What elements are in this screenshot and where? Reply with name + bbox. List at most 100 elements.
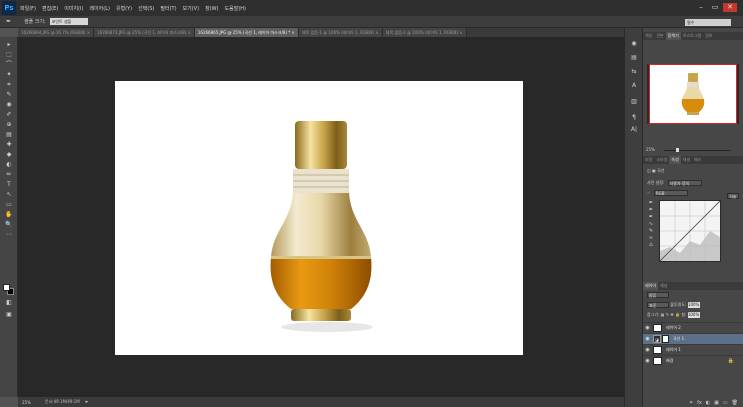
layer-row[interactable]: ◉ 레이어 2 — [643, 322, 743, 333]
hand-tool-icon[interactable]: ✋ — [3, 211, 15, 218]
menu-type[interactable]: 유형(Y) — [116, 5, 132, 12]
actions-icon[interactable]: ▤ — [629, 54, 639, 62]
doc-tab[interactable]: 제목 없음-1 @ 100% (레이어 1, RGB/8) × — [298, 28, 383, 37]
visibility-eye-icon[interactable]: ◉ — [643, 347, 652, 353]
tab-navigator[interactable]: 탐색기 — [665, 32, 681, 40]
document-canvas[interactable] — [115, 81, 523, 355]
menu-help[interactable]: 도움말(H) — [225, 5, 246, 12]
minimize-button[interactable]: – — [695, 3, 707, 12]
menu-window[interactable]: 창(W) — [205, 5, 218, 12]
tab-channels[interactable]: 채널 — [681, 156, 692, 164]
white-point-eyedropper-icon[interactable]: ✒ — [647, 214, 655, 221]
clipping-warning-icon[interactable]: ⚠ — [647, 242, 655, 249]
more-tools-icon[interactable]: ⋯ — [3, 231, 15, 238]
eyedropper-tool-icon[interactable]: ✒ — [6, 18, 16, 26]
eraser-tool-icon[interactable]: ✚ — [3, 141, 15, 148]
visibility-eye-icon[interactable]: ◉ — [643, 325, 652, 331]
tab-adjustments[interactable]: 조정 — [643, 156, 654, 164]
doc-tab-active[interactable]: 16266865.JPG @ 25% (곡선 1, 레이어 마스크/8) * × — [194, 28, 299, 37]
menu-image[interactable]: 이미지(I) — [64, 5, 83, 12]
doc-tab[interactable]: 16266894.JPG @ 16.7% (RGB/8) × — [18, 28, 95, 37]
crop-tool-icon[interactable]: ⌗ — [3, 81, 15, 88]
screen-mode-icon[interactable]: ▣ — [3, 311, 15, 318]
workspace-select[interactable]: 필수 — [685, 19, 731, 26]
new-layer-icon[interactable]: ▭ — [723, 400, 728, 406]
tab-color[interactable]: 색상 — [643, 32, 654, 40]
doc-tab[interactable]: 제목 없음-2 @ 100% (레이어 1, RGB/8) × — [382, 28, 467, 37]
layer-name[interactable]: 레이어 1 — [666, 347, 681, 353]
curve-point-tool-icon[interactable]: ∿ — [647, 221, 655, 228]
menu-view[interactable]: 보기(V) — [183, 5, 200, 12]
blend-mode-select[interactable]: 표준 — [647, 302, 669, 308]
menu-edit[interactable]: 편집(E) — [42, 5, 58, 12]
layer-row[interactable]: ◉ 배경 🔒 — [643, 355, 743, 366]
layer-row-selected[interactable]: ◉ ◪ 곡선 1 — [643, 333, 743, 344]
lasso-tool-icon[interactable]: ⌒ — [3, 61, 15, 68]
visibility-eye-icon[interactable]: ◉ — [643, 358, 652, 364]
quick-select-tool-icon[interactable]: ✦ — [3, 71, 15, 78]
channel-select[interactable]: RGB — [653, 190, 688, 196]
canvas-area[interactable] — [18, 37, 624, 397]
preset-select[interactable]: 사용자 정의 — [667, 180, 702, 186]
smooth-curve-icon[interactable]: ≈ — [647, 235, 655, 242]
pen-tool-icon[interactable]: ✏ — [3, 171, 15, 178]
menu-layer[interactable]: 레이어(L) — [89, 5, 110, 12]
layer-mask-thumbnail[interactable] — [662, 335, 669, 343]
tab-layers[interactable]: 레이어 — [643, 282, 659, 290]
opacity-input[interactable]: 100% — [687, 302, 700, 308]
auto-button[interactable]: 자동 — [727, 193, 739, 199]
target-adjust-icon[interactable]: ☞ — [647, 190, 652, 195]
maximize-button[interactable]: ▭ — [709, 3, 721, 12]
layer-row[interactable]: ◉ 레이어 1 — [643, 344, 743, 355]
layer-style-icon[interactable]: fx — [697, 400, 702, 406]
brush-tool-icon[interactable]: ✐ — [3, 111, 15, 118]
menu-select[interactable]: 선택(S) — [138, 5, 154, 12]
tab-swatches[interactable]: 견본 — [654, 32, 665, 40]
menu-filter[interactable]: 필터(T) — [160, 5, 176, 12]
zoom-level[interactable]: 25% — [22, 400, 31, 405]
menu-file[interactable]: 파일(F) — [20, 5, 36, 12]
black-point-eyedropper-icon[interactable]: ✒ — [647, 200, 655, 207]
tab-histogram[interactable]: 히스토그램 — [681, 32, 703, 40]
layer-kind-select[interactable]: 종류 — [647, 292, 669, 298]
tab-layer-channels[interactable]: 채널 — [658, 282, 669, 290]
character-icon[interactable]: A — [629, 82, 639, 90]
history-brush-tool-icon[interactable]: ▤ — [3, 131, 15, 138]
history-icon[interactable]: ◉ — [629, 40, 639, 48]
marquee-tool-icon[interactable]: ⬚ — [3, 51, 15, 58]
dodge-tool-icon[interactable]: ◐ — [3, 161, 15, 168]
zoom-tool-icon[interactable]: 🔍 — [3, 221, 15, 228]
layer-name[interactable]: 곡선 1 — [673, 336, 684, 342]
layer-name[interactable]: 레이어 2 — [666, 325, 681, 331]
lock-icons[interactable]: ▦ ✎ ✥ 🔒 — [661, 312, 682, 317]
clone-stamp-tool-icon[interactable]: ⊕ — [3, 121, 15, 128]
healing-tool-icon[interactable]: ◉ — [3, 101, 15, 108]
navigator-preview[interactable] — [647, 64, 739, 124]
delete-layer-icon[interactable]: 🗑 — [732, 400, 738, 406]
navigator-zoom-slider[interactable] — [664, 150, 730, 151]
shape-tool-icon[interactable]: ▭ — [3, 201, 15, 208]
add-mask-icon[interactable]: ▣ — [714, 400, 719, 406]
move-tool-icon[interactable]: ▸ — [3, 41, 15, 48]
navigator-view-box[interactable] — [649, 64, 737, 124]
layer-comps-icon[interactable]: ▥ — [629, 98, 639, 106]
tab-styles[interactable]: 스타일 — [654, 156, 669, 164]
doc-tab[interactable]: 16266873.JPG @ 25% (곡선 1, 레이어 마스크/8) × — [94, 28, 195, 37]
close-button[interactable]: ✕ — [723, 3, 737, 12]
new-adjustment-icon[interactable]: ◐ — [706, 400, 710, 406]
fill-input[interactable]: 100% — [687, 312, 700, 318]
sample-size-select[interactable]: 포인트 샘플 — [49, 18, 88, 25]
navigator-zoom-value[interactable]: 25% — [646, 147, 655, 152]
tab-info[interactable]: 정보 — [703, 32, 714, 40]
type-panel-icon[interactable]: A| — [629, 126, 639, 134]
swap-icon[interactable]: ⇆ — [629, 68, 639, 76]
curves-graph[interactable] — [659, 200, 721, 262]
pencil-curve-tool-icon[interactable]: ✎ — [647, 228, 655, 235]
visibility-eye-icon[interactable]: ◉ — [643, 336, 652, 342]
link-layers-icon[interactable]: ⚭ — [689, 400, 693, 406]
gradient-tool-icon[interactable]: ◆ — [3, 151, 15, 158]
quick-mask-icon[interactable]: ◧ — [3, 299, 15, 306]
navigator-zoom-knob[interactable] — [676, 148, 679, 152]
gray-point-eyedropper-icon[interactable]: ✒ — [647, 207, 655, 214]
type-tool-icon[interactable]: T — [3, 181, 15, 188]
